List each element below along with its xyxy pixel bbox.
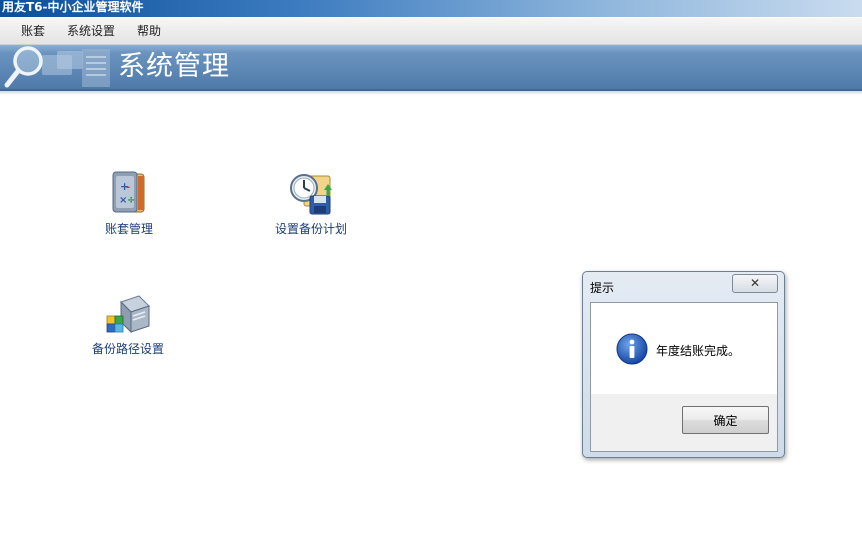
menu-item-account-set[interactable]: 账套	[19, 18, 47, 44]
module-label-account-set: 账套管理	[104, 222, 153, 236]
window-title: 用友T6-中小企业管理软件	[2, 0, 144, 14]
module-backup-path[interactable]: 备份路径设置	[89, 294, 167, 357]
dialog-close-button[interactable]: ✕	[732, 274, 778, 293]
close-icon: ✕	[749, 276, 761, 290]
module-account-set[interactable]: + - × ÷ 账套管理	[96, 170, 162, 237]
menu-item-system-settings[interactable]: 系统设置	[65, 18, 117, 44]
backup-path-icon	[106, 295, 150, 334]
dialog-body: 年度结账完成。 确定	[590, 302, 778, 452]
magnifier-icon	[4, 46, 110, 88]
menu-item-help[interactable]: 帮助	[135, 18, 163, 44]
ok-button[interactable]: 确定	[682, 406, 769, 434]
info-icon	[616, 333, 648, 365]
dialog-message: 年度结账完成。	[656, 344, 741, 358]
svg-text:-: -	[126, 182, 130, 193]
account-set-icon: + - × ÷	[112, 171, 145, 213]
module-backup-schedule[interactable]: 设置备份计划	[272, 170, 350, 237]
menu-bar: 账套 系统设置 帮助	[0, 18, 862, 45]
backup-schedule-icon	[290, 174, 332, 215]
module-label-backup-schedule: 设置备份计划	[274, 222, 347, 236]
banner-divider	[0, 91, 862, 95]
message-dialog: 提示 ✕ 年度结账完成。 确定	[582, 271, 785, 458]
window-titlebar: 用友T6-中小企业管理软件	[0, 0, 862, 17]
module-label-backup-path: 备份路径设置	[91, 342, 164, 356]
dialog-content: 年度结账完成。	[591, 303, 777, 394]
svg-text:÷: ÷	[127, 195, 135, 206]
page-title: 系统管理	[118, 51, 230, 82]
header-banner: 系统管理	[0, 45, 862, 91]
dialog-title: 提示	[590, 281, 615, 295]
